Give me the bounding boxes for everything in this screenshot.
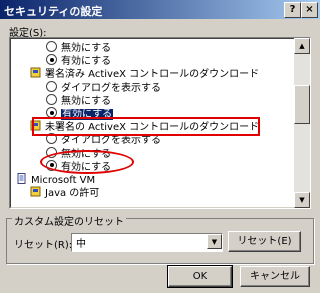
certificate-icon (30, 186, 41, 197)
close-button[interactable]: × (301, 2, 318, 18)
radio-button[interactable] (46, 54, 57, 66)
tree-category[interactable]: Microsoft VM (16, 173, 95, 187)
reset-level-select[interactable]: 中 ▼ (71, 233, 223, 252)
tree-item-label: ダイアログを表示する (61, 135, 161, 147)
ok-button[interactable]: OK (167, 265, 233, 288)
radio-option[interactable]: 無効にする (46, 41, 111, 55)
certificate-icon (30, 67, 41, 78)
radio-button[interactable] (46, 80, 57, 92)
red-highlight-ellipse (40, 150, 134, 174)
tree-category[interactable]: Java の許可 (30, 186, 99, 200)
tree-item-label: ダイアログを表示する (61, 82, 161, 94)
radio-option[interactable]: ダイアログを表示する (46, 80, 161, 95)
tree-item-label: 有効にする (61, 56, 112, 68)
cancel-button[interactable]: キャンセル (240, 266, 310, 287)
radio-button[interactable] (46, 41, 57, 52)
title-bar: セキュリティの設定 ? × (0, 0, 320, 19)
reset-group-title: カスタム設定のリセット (12, 213, 126, 228)
radio-option[interactable]: 無効にする (46, 93, 112, 108)
scroll-thumb[interactable] (294, 85, 310, 124)
window-title: セキュリティの設定 (4, 5, 103, 18)
settings-tree-list[interactable]: 無効にする 有効にする 署名済み ActiveX コントロールのダウンロード ダイアロ… (9, 37, 311, 209)
vertical-scrollbar[interactable]: ▲ ▼ (294, 38, 310, 208)
reset-button[interactable]: リセット(E) (228, 231, 301, 252)
tree-item-label: 署名済み ActiveX コントロールのダウンロード (45, 69, 260, 81)
scroll-down-icon[interactable]: ▼ (294, 192, 310, 208)
tree-item-label: Java の許可 (45, 188, 100, 200)
radio-button[interactable] (46, 93, 57, 105)
reset-label: リセット(R): (14, 240, 73, 251)
red-highlight-box (32, 117, 260, 136)
radio-option[interactable]: 有効にする (46, 54, 111, 68)
scroll-up-icon[interactable]: ▲ (294, 38, 310, 54)
tree-item-label: Microsoft VM (31, 175, 96, 186)
help-button[interactable]: ? (284, 2, 301, 18)
tree-item-label: 無効にする (61, 95, 112, 107)
reset-level-value: 中 (76, 239, 86, 250)
document-icon (17, 173, 26, 184)
tree-category[interactable]: 署名済み ActiveX コントロールのダウンロード (30, 67, 259, 81)
tree-item-label: 無効にする (61, 43, 112, 54)
chevron-down-icon[interactable]: ▼ (207, 234, 222, 249)
